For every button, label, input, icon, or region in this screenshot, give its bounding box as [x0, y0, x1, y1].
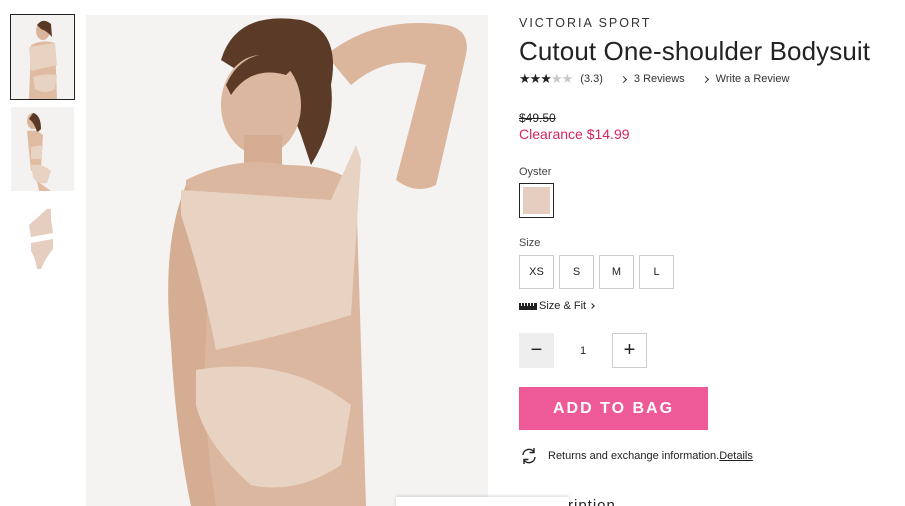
reviews-link-label: 3 Reviews: [633, 73, 685, 85]
thumbnail-front[interactable]: [10, 14, 75, 100]
write-review-label: Write a Review: [715, 73, 790, 85]
color-swatch-fill: [523, 187, 550, 214]
reviews-link[interactable]: 3 Reviews: [619, 73, 685, 85]
model-image: [86, 15, 488, 506]
stars-filled: ★★★: [519, 71, 552, 86]
star-rating-icon: ★★★★★: [519, 71, 573, 87]
chevron-right-icon: [619, 75, 627, 83]
quantity-increase-button[interactable]: +: [612, 333, 647, 368]
returns-info: Returns and exchange information. Details: [519, 446, 899, 466]
original-price: $49.50: [519, 111, 556, 125]
color-label: Oyster: [519, 166, 552, 178]
size-options: XS S M L: [519, 255, 899, 289]
refresh-icon: [522, 448, 536, 464]
thumbnail-list: [10, 14, 75, 291]
product-info: VICTORIA SPORT Cutout One-shoulder Bodys…: [519, 15, 899, 466]
rating-row: ★★★★★ (3.3) 3 Reviews Write a Review: [519, 71, 899, 87]
product-title: Cutout One-shoulder Bodysuit: [519, 36, 871, 66]
size-fit-link[interactable]: Size & Fit: [519, 300, 899, 312]
size-option-s[interactable]: S: [559, 255, 594, 289]
size-option-xs[interactable]: XS: [519, 255, 554, 289]
overlay-box: [396, 497, 569, 506]
color-swatch-oyster[interactable]: [519, 183, 554, 218]
returns-text: Returns and exchange information.: [548, 450, 720, 462]
quantity-decrease-button[interactable]: −: [519, 333, 554, 368]
size-option-m[interactable]: M: [599, 255, 634, 289]
thumbnail-front-image: [11, 15, 74, 99]
size-option-l[interactable]: L: [639, 255, 674, 289]
size-fit-label: Size & Fit: [539, 300, 587, 312]
chevron-right-icon: [589, 303, 595, 309]
thumbnail-back-image: [11, 107, 74, 191]
chevron-right-icon: [701, 75, 709, 83]
quantity-value[interactable]: 1: [554, 345, 612, 357]
thumbnail-back[interactable]: [11, 107, 74, 191]
thumbnail-product-image: [11, 199, 74, 283]
ruler-icon: [519, 302, 537, 310]
sale-price: Clearance $14.99: [519, 126, 630, 142]
size-label: Size: [519, 237, 541, 249]
add-to-bag-button[interactable]: ADD TO BAG: [519, 387, 708, 430]
write-review-link[interactable]: Write a Review: [701, 73, 790, 85]
description-heading[interactable]: ription: [568, 497, 616, 506]
brand-name: VICTORIA SPORT: [519, 16, 652, 30]
rating-value: (3.3): [580, 73, 603, 85]
details-link[interactable]: Details: [719, 450, 753, 462]
main-product-image[interactable]: [86, 15, 488, 506]
stars-empty: ★★: [550, 71, 573, 86]
quantity-stepper: − 1 +: [519, 333, 899, 368]
thumbnail-product[interactable]: [11, 199, 74, 283]
